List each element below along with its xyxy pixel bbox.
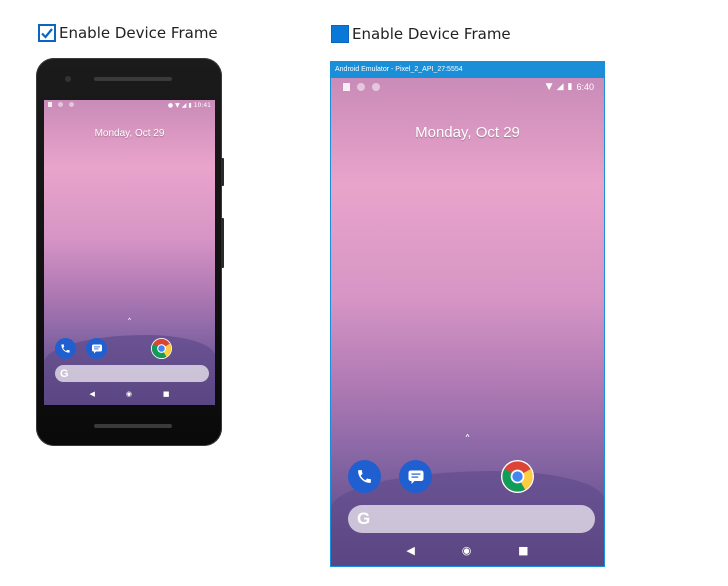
volume-button	[221, 218, 224, 268]
chrome-app-icon[interactable]	[151, 338, 172, 359]
checkbox-checked-icon[interactable]	[38, 24, 56, 42]
checkbox-label: Enable Device Frame	[59, 24, 218, 42]
notification-icons	[343, 83, 380, 91]
back-icon[interactable]: ◀	[89, 390, 94, 398]
app-drawer-chevron-icon[interactable]: ˄	[331, 433, 604, 447]
google-g-icon: G	[357, 509, 371, 528]
wifi-icon: ▼	[175, 101, 180, 109]
phone-app-icon[interactable]	[348, 460, 381, 493]
messages-app-icon[interactable]	[399, 460, 432, 493]
notification-icons	[48, 101, 74, 109]
notification-dot-icon	[372, 83, 380, 91]
messages-app-icon[interactable]	[86, 338, 107, 359]
front-camera	[65, 76, 71, 82]
recents-icon[interactable]: ■	[163, 390, 170, 398]
signal-icon: ◢	[181, 101, 187, 109]
google-search-bar[interactable]: G	[348, 505, 595, 533]
status-bar: ▼ ◢ ▮ 6:40	[331, 78, 604, 96]
top-speaker	[94, 77, 172, 81]
bottom-speaker	[94, 424, 172, 428]
wifi-icon: ▼	[545, 82, 553, 92]
date-widget[interactable]: Monday, Oct 29	[44, 128, 215, 139]
app-drawer-chevron-icon[interactable]: ˄	[44, 318, 215, 328]
date-widget[interactable]: Monday, Oct 29	[331, 124, 604, 141]
notification-dot-icon	[68, 101, 74, 107]
checkbox-label: Enable Device Frame	[352, 25, 511, 43]
home-icon[interactable]: ◉	[462, 544, 472, 557]
device-screen[interactable]: ● ▼ ◢ ▮ 10:41 Monday, Oct 29 ˄ G ◀ ◉ ■	[44, 100, 215, 405]
enable-device-frame-checkbox-left[interactable]: Enable Device Frame	[38, 24, 218, 42]
google-search-bar[interactable]: G	[55, 365, 209, 382]
system-icons: ● ▼ ◢ ▮ 10:41	[168, 102, 211, 109]
notification-icon	[48, 101, 52, 107]
enable-device-frame-checkbox-right[interactable]: Enable Device Frame	[331, 25, 511, 43]
power-button	[221, 158, 224, 186]
google-g-icon: G	[60, 367, 69, 380]
notification-icon	[343, 83, 350, 91]
status-bar: ● ▼ ◢ ▮ 10:41	[44, 100, 215, 110]
navigation-bar: ◀ ◉ ■	[331, 542, 604, 558]
phone-app-icon[interactable]	[55, 338, 76, 359]
back-icon[interactable]: ◀	[406, 544, 414, 557]
navigation-bar: ◀ ◉ ■	[44, 388, 215, 400]
home-icon[interactable]: ◉	[126, 390, 132, 398]
notification-dot-icon	[57, 101, 63, 107]
emulator-screen[interactable]: ▼ ◢ ▮ 6:40 Monday, Oct 29 ˄ G ◀ ◉ ■	[331, 78, 604, 566]
signal-icon: ◢	[556, 82, 564, 92]
notification-dot-icon	[357, 83, 365, 91]
device-frame: ● ▼ ◢ ▮ 10:41 Monday, Oct 29 ˄ G ◀ ◉ ■	[36, 58, 224, 446]
battery-icon: ▮	[188, 101, 192, 109]
system-icons: ▼ ◢ ▮ 6:40	[546, 82, 594, 92]
checkbox-unchecked-icon[interactable]	[331, 25, 349, 43]
recents-icon[interactable]: ■	[518, 544, 528, 557]
battery-icon: ▮	[567, 82, 573, 92]
location-icon: ●	[167, 101, 174, 109]
emulator-title-bar[interactable]: Android Emulator - Pixel_2_API_27:5554	[330, 61, 605, 78]
clock: 10:41	[193, 101, 211, 109]
chrome-app-icon[interactable]	[501, 460, 534, 493]
clock: 6:40	[576, 82, 594, 92]
